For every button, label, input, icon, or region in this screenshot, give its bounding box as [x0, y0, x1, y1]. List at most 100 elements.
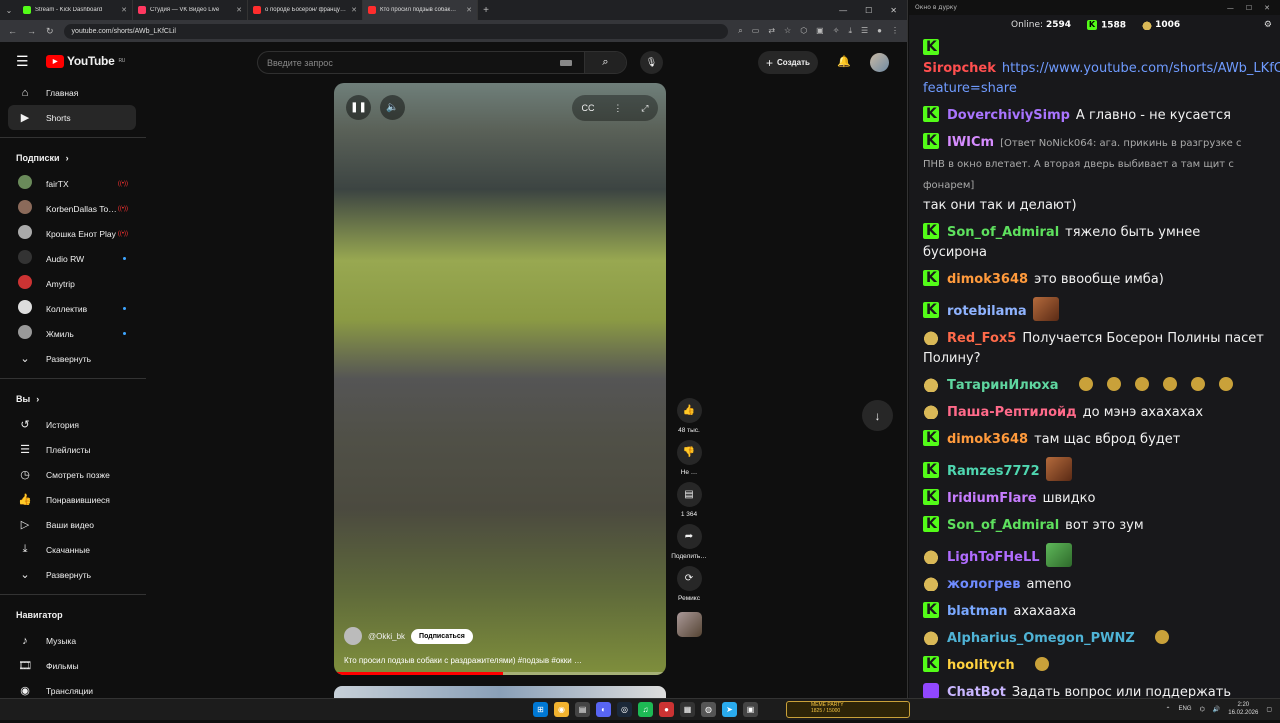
settings-icon[interactable]: ⚙	[1264, 20, 1280, 30]
you-header[interactable]: Вы ›	[0, 386, 146, 412]
chat-username[interactable]: Son_of_Admiral	[947, 225, 1059, 240]
sidebar-item-you-5[interactable]: ⤓ Скачанные	[0, 537, 146, 562]
sidebar-item-you-3[interactable]: 👍 Понравившиеся	[0, 487, 146, 512]
like-button[interactable]: 👍	[676, 398, 702, 423]
expand-subscriptions[interactable]: ⌄ Развернуть	[0, 346, 146, 371]
profile-icon[interactable]: ●	[877, 26, 882, 36]
expand-you[interactable]: ⌄ Развернуть	[0, 562, 146, 587]
chat-username[interactable]: жологрев	[947, 577, 1020, 592]
explorer-icon[interactable]: ▤	[575, 702, 590, 717]
keyboard-icon[interactable]	[560, 59, 572, 66]
chat-username[interactable]: Ramzes7772	[947, 464, 1040, 479]
sidebar-item-nav-0[interactable]: ♪ Музыка	[0, 628, 146, 653]
steam-icon[interactable]: ◎	[617, 702, 632, 717]
clock[interactable]: 2:20 16.02.2026	[1228, 701, 1258, 717]
translate-icon[interactable]: ⇄	[768, 26, 775, 36]
chat-username[interactable]: dimok3648	[947, 272, 1028, 287]
discord-icon[interactable]: ◐	[596, 702, 611, 717]
search-box[interactable]: Введите запрос ⌕	[257, 51, 627, 74]
start-icon[interactable]: ⊞	[533, 702, 548, 717]
close-window-icon[interactable]: ✕	[890, 6, 897, 15]
tab-search-icon[interactable]: ⌄	[0, 6, 18, 15]
chat-username[interactable]: IWICm	[947, 135, 994, 150]
sidebar-item-subs-3[interactable]: Audio RW	[0, 246, 146, 271]
tab-2[interactable]: о породе Босерон/ французск… ✕	[248, 0, 363, 20]
tab-0[interactable]: Stream - Kick Dashboard ✕	[18, 0, 133, 20]
sidebar-item-you-1[interactable]: ☰ Плейлисты	[0, 437, 146, 462]
volume-icon[interactable]: 🔈	[380, 95, 405, 120]
create-button[interactable]: + Создать	[758, 51, 818, 74]
chat-username[interactable]: Siropchek	[923, 61, 996, 76]
cast-icon[interactable]: ▭	[752, 26, 760, 36]
url-field[interactable]: youtube.com/shorts/AWb_LKfCLil	[63, 23, 729, 39]
tab-close-icon[interactable]: ✕	[351, 6, 357, 14]
search-input[interactable]: Введите запрос	[258, 58, 560, 68]
minimize-icon[interactable]: —	[839, 6, 847, 15]
pause-icon[interactable]: ❚❚	[346, 95, 371, 120]
new-tab-button[interactable]: +	[478, 5, 494, 16]
notifications-icon[interactable]: ▢	[1266, 706, 1272, 713]
tab-1[interactable]: Студия — VK Видео Live ✕	[133, 0, 248, 20]
progress-bar[interactable]	[334, 672, 666, 675]
chat-username[interactable]: ТатаринИлюха	[947, 378, 1059, 393]
chat-username[interactable]: IridiumFlare	[947, 491, 1037, 506]
chat-username[interactable]: Паша-Рептилойд	[947, 405, 1077, 420]
download-icon[interactable]: ⤓	[848, 26, 852, 36]
captions-icon[interactable]: CC	[581, 103, 594, 113]
app-icon-2[interactable]: ▦	[680, 702, 695, 717]
short-title[interactable]: Кто просил подзыв собаки с раздражителям…	[344, 656, 582, 665]
chat-username[interactable]: DoverchiviySimp	[947, 108, 1070, 123]
sidebar-item-subs-1[interactable]: KorbenDallas To… ((•))	[0, 196, 146, 221]
minimize-icon[interactable]: —	[1227, 4, 1234, 12]
forward-icon[interactable]: →	[27, 26, 36, 36]
chat-username[interactable]: blatman	[947, 604, 1007, 619]
short-video-player[interactable]: ❚❚ 🔈 CC ⋮ ⤢ @Okki_bk Подписаться Кто про…	[334, 83, 666, 675]
network-icon[interactable]: ⌬	[1200, 706, 1205, 713]
meme-party-widget[interactable]: MEME PARTY 1825 / 15000	[786, 701, 910, 718]
sidebar-item-subs-5[interactable]: Коллектив	[0, 296, 146, 321]
subscriptions-header[interactable]: Подписки ›	[0, 145, 146, 171]
close-icon[interactable]: ✕	[1264, 4, 1270, 12]
sidebar-item-you-2[interactable]: ◷ Смотреть позже	[0, 462, 146, 487]
sidebar-item-subs-0[interactable]: fairTX ((•))	[0, 171, 146, 196]
app-icon[interactable]: ●	[659, 702, 674, 717]
tab-close-icon[interactable]: ✕	[121, 6, 127, 14]
chat-username[interactable]: LighToFHeLL	[947, 550, 1040, 565]
tab-3[interactable]: Кто просил подзыв собак… ✕	[363, 0, 478, 20]
sidebar-item-subs-2[interactable]: Крошка Енот Play ((•))	[0, 221, 146, 246]
chat-username[interactable]: Son_of_Admiral	[947, 518, 1059, 533]
next-short-preview[interactable]	[334, 686, 666, 698]
zoom-icon[interactable]: ⌕	[738, 26, 742, 36]
obs-icon[interactable]: ◍	[701, 702, 716, 717]
sidebar-item-you-0[interactable]: ↺ История	[0, 412, 146, 437]
sidebar-item-subs-4[interactable]: Amytrip	[0, 271, 146, 296]
next-short-button[interactable]: ↓	[862, 400, 893, 431]
chat-username[interactable]: Alpharius_Omegon_PWNZ	[947, 631, 1135, 646]
sidebar-item-nav-1[interactable]: 🎞 Фильмы	[0, 653, 146, 678]
tab-close-icon[interactable]: ✕	[466, 6, 472, 14]
app-icon-3[interactable]: ▣	[743, 702, 758, 717]
dislike-button[interactable]: 👎	[676, 440, 702, 465]
chrome-icon[interactable]: ◉	[554, 702, 569, 717]
reload-icon[interactable]: ↻	[46, 26, 54, 37]
remix-button[interactable]: ⟳	[676, 566, 702, 591]
spotify-icon[interactable]: ♫	[638, 702, 653, 717]
puzzle-icon[interactable]: ✧	[833, 26, 840, 36]
user-avatar[interactable]	[870, 53, 889, 72]
chat-username[interactable]: Red_Fox5	[947, 331, 1016, 346]
channel-name[interactable]: @Okki_bk	[368, 632, 405, 641]
telegram-icon[interactable]: ➤	[722, 702, 737, 717]
menu-icon[interactable]: ☰	[16, 53, 46, 70]
chat-username[interactable]: hoolitych	[947, 658, 1015, 673]
sound-thumbnail[interactable]	[676, 612, 702, 637]
sidebar-item-main-0[interactable]: ⌂ Главная	[0, 80, 146, 105]
search-button[interactable]: ⌕	[584, 52, 626, 73]
lang-indicator[interactable]: ENG	[1179, 706, 1192, 712]
tab-close-icon[interactable]: ✕	[236, 6, 242, 14]
chat-username[interactable]: dimok3648	[947, 432, 1028, 447]
comments-button[interactable]: ▤	[676, 482, 702, 507]
fullscreen-icon[interactable]: ⤢	[641, 103, 648, 114]
share-button[interactable]: ➦	[676, 524, 702, 549]
extension-icon-2[interactable]: ▣	[816, 26, 824, 36]
menu-dots-icon[interactable]: ⋮	[891, 26, 899, 36]
